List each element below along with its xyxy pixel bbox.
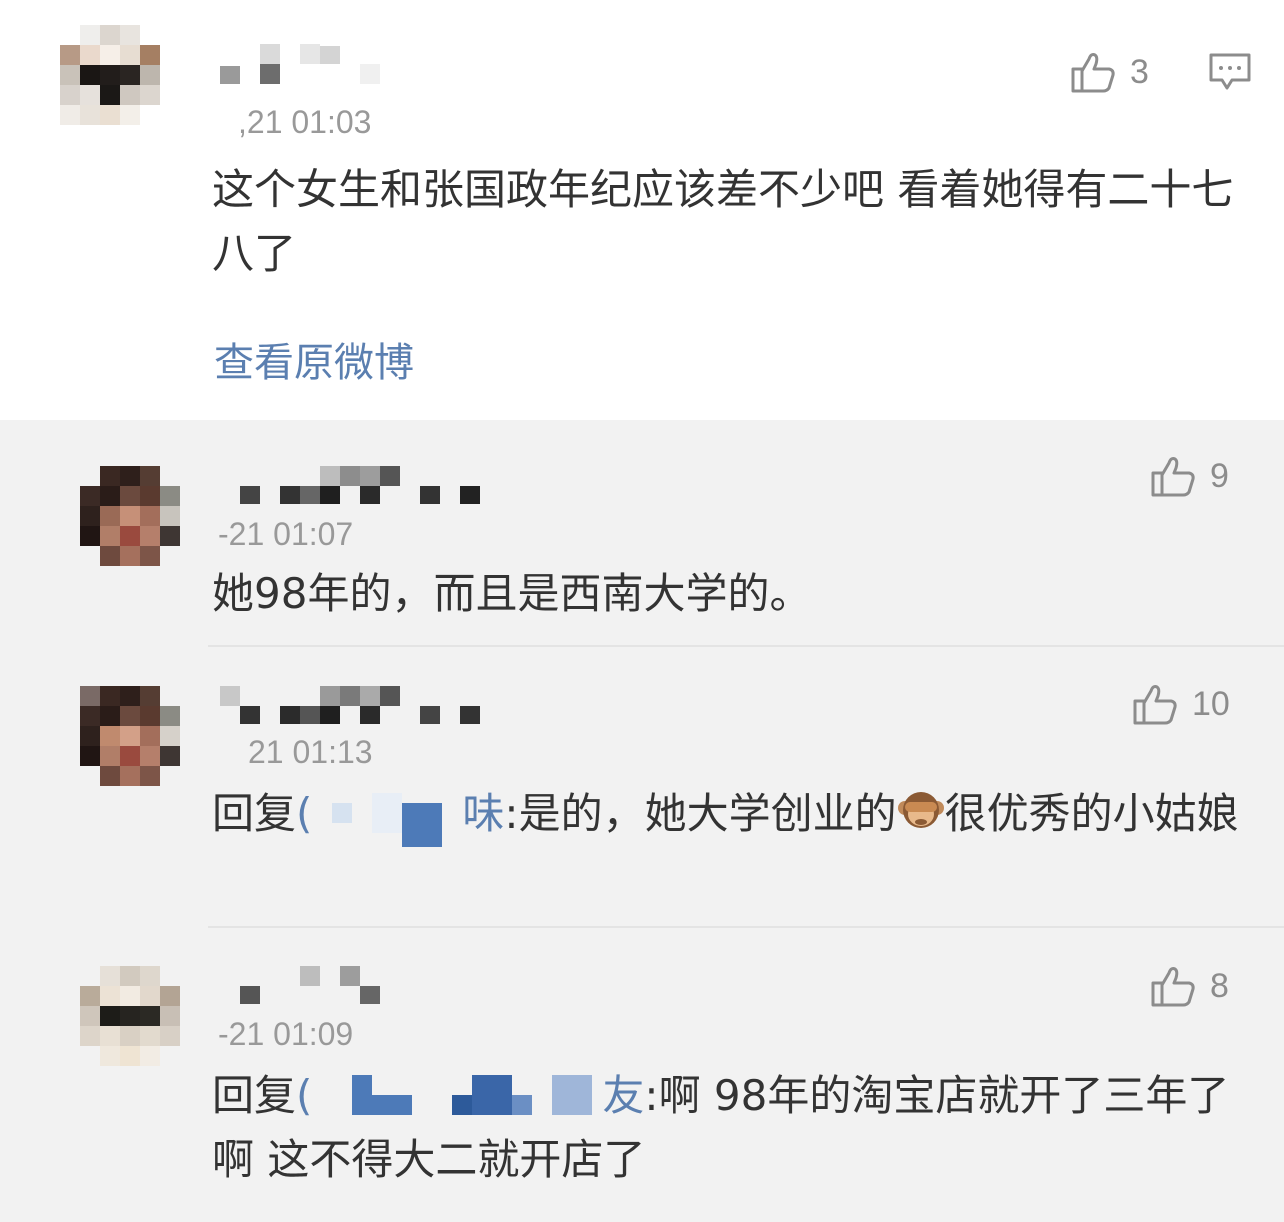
comment-bubble-icon[interactable] bbox=[1208, 52, 1252, 96]
like-count: 9 bbox=[1210, 456, 1229, 495]
like-count: 8 bbox=[1210, 966, 1229, 1005]
thumbs-up-icon bbox=[1133, 685, 1177, 725]
like-button[interactable]: 9 bbox=[1150, 454, 1229, 498]
avatar[interactable] bbox=[80, 686, 180, 786]
thumbs-up-icon bbox=[1071, 53, 1115, 93]
comment-content: 这个女生和张国政年纪应该差不少吧 看着她得有二十七八了 bbox=[212, 165, 1234, 278]
divider bbox=[208, 645, 1284, 647]
username-redacted[interactable] bbox=[220, 686, 480, 724]
reply-content: 回复(味:是的，她大学创业的 很优秀的小姑娘 bbox=[212, 782, 1242, 847]
username-redacted[interactable] bbox=[240, 966, 380, 1004]
like-count: 3 bbox=[1130, 52, 1149, 91]
reply-content: 回复(友:啊 98年的淘宝店就开了三年了啊 这不得大二就开店了 bbox=[212, 1064, 1242, 1192]
reply-content: 她98年的，而且是西南大学的。 bbox=[212, 569, 812, 618]
main-comment: ,21 01:03 3 这个女生和张国政年纪应该差不少吧 看着她得有二十七八了 … bbox=[0, 0, 1284, 420]
reply-time: -21 01:09 bbox=[218, 1016, 354, 1052]
thumbs-up-icon bbox=[1151, 457, 1195, 497]
like-button[interactable]: 8 bbox=[1150, 964, 1229, 1008]
mention-tail: 味 bbox=[462, 789, 505, 838]
time-prefix: , bbox=[238, 104, 247, 140]
username-redacted[interactable] bbox=[220, 44, 380, 84]
mention-link[interactable]: (友 bbox=[296, 1071, 644, 1120]
reply-prefix: 回复 bbox=[212, 1071, 297, 1120]
view-original-link[interactable]: 查看原微博 bbox=[214, 330, 414, 388]
avatar[interactable] bbox=[60, 25, 160, 125]
avatar[interactable] bbox=[80, 966, 180, 1066]
mention-open: ( bbox=[296, 1071, 313, 1120]
username-redacted[interactable] bbox=[240, 466, 480, 504]
reply-text: :是的，她大学创业的 bbox=[504, 789, 897, 838]
see-no-evil-monkey-icon bbox=[897, 792, 944, 828]
reply-time: -21 01:07 bbox=[218, 516, 354, 552]
reply-prefix: 回复 bbox=[212, 789, 297, 838]
mention-link[interactable]: (味 bbox=[296, 789, 505, 847]
reply-time: 21 01:13 bbox=[248, 734, 373, 770]
divider bbox=[208, 926, 1284, 928]
like-button[interactable]: 3 bbox=[1070, 50, 1149, 94]
comment-time: ,21 01:03 bbox=[238, 104, 371, 141]
reply-text-tail: 很优秀的小姑娘 bbox=[944, 789, 1239, 838]
avatar[interactable] bbox=[80, 466, 180, 566]
like-button[interactable]: 10 bbox=[1132, 682, 1230, 726]
thumbs-up-icon bbox=[1151, 967, 1195, 1007]
mention-tail: 友 bbox=[602, 1071, 645, 1120]
like-count: 10 bbox=[1192, 684, 1230, 723]
time-text: 21 01:03 bbox=[246, 104, 372, 140]
mention-open: ( bbox=[296, 789, 313, 838]
mention-redacted bbox=[312, 1074, 602, 1123]
mention-redacted bbox=[312, 792, 462, 847]
